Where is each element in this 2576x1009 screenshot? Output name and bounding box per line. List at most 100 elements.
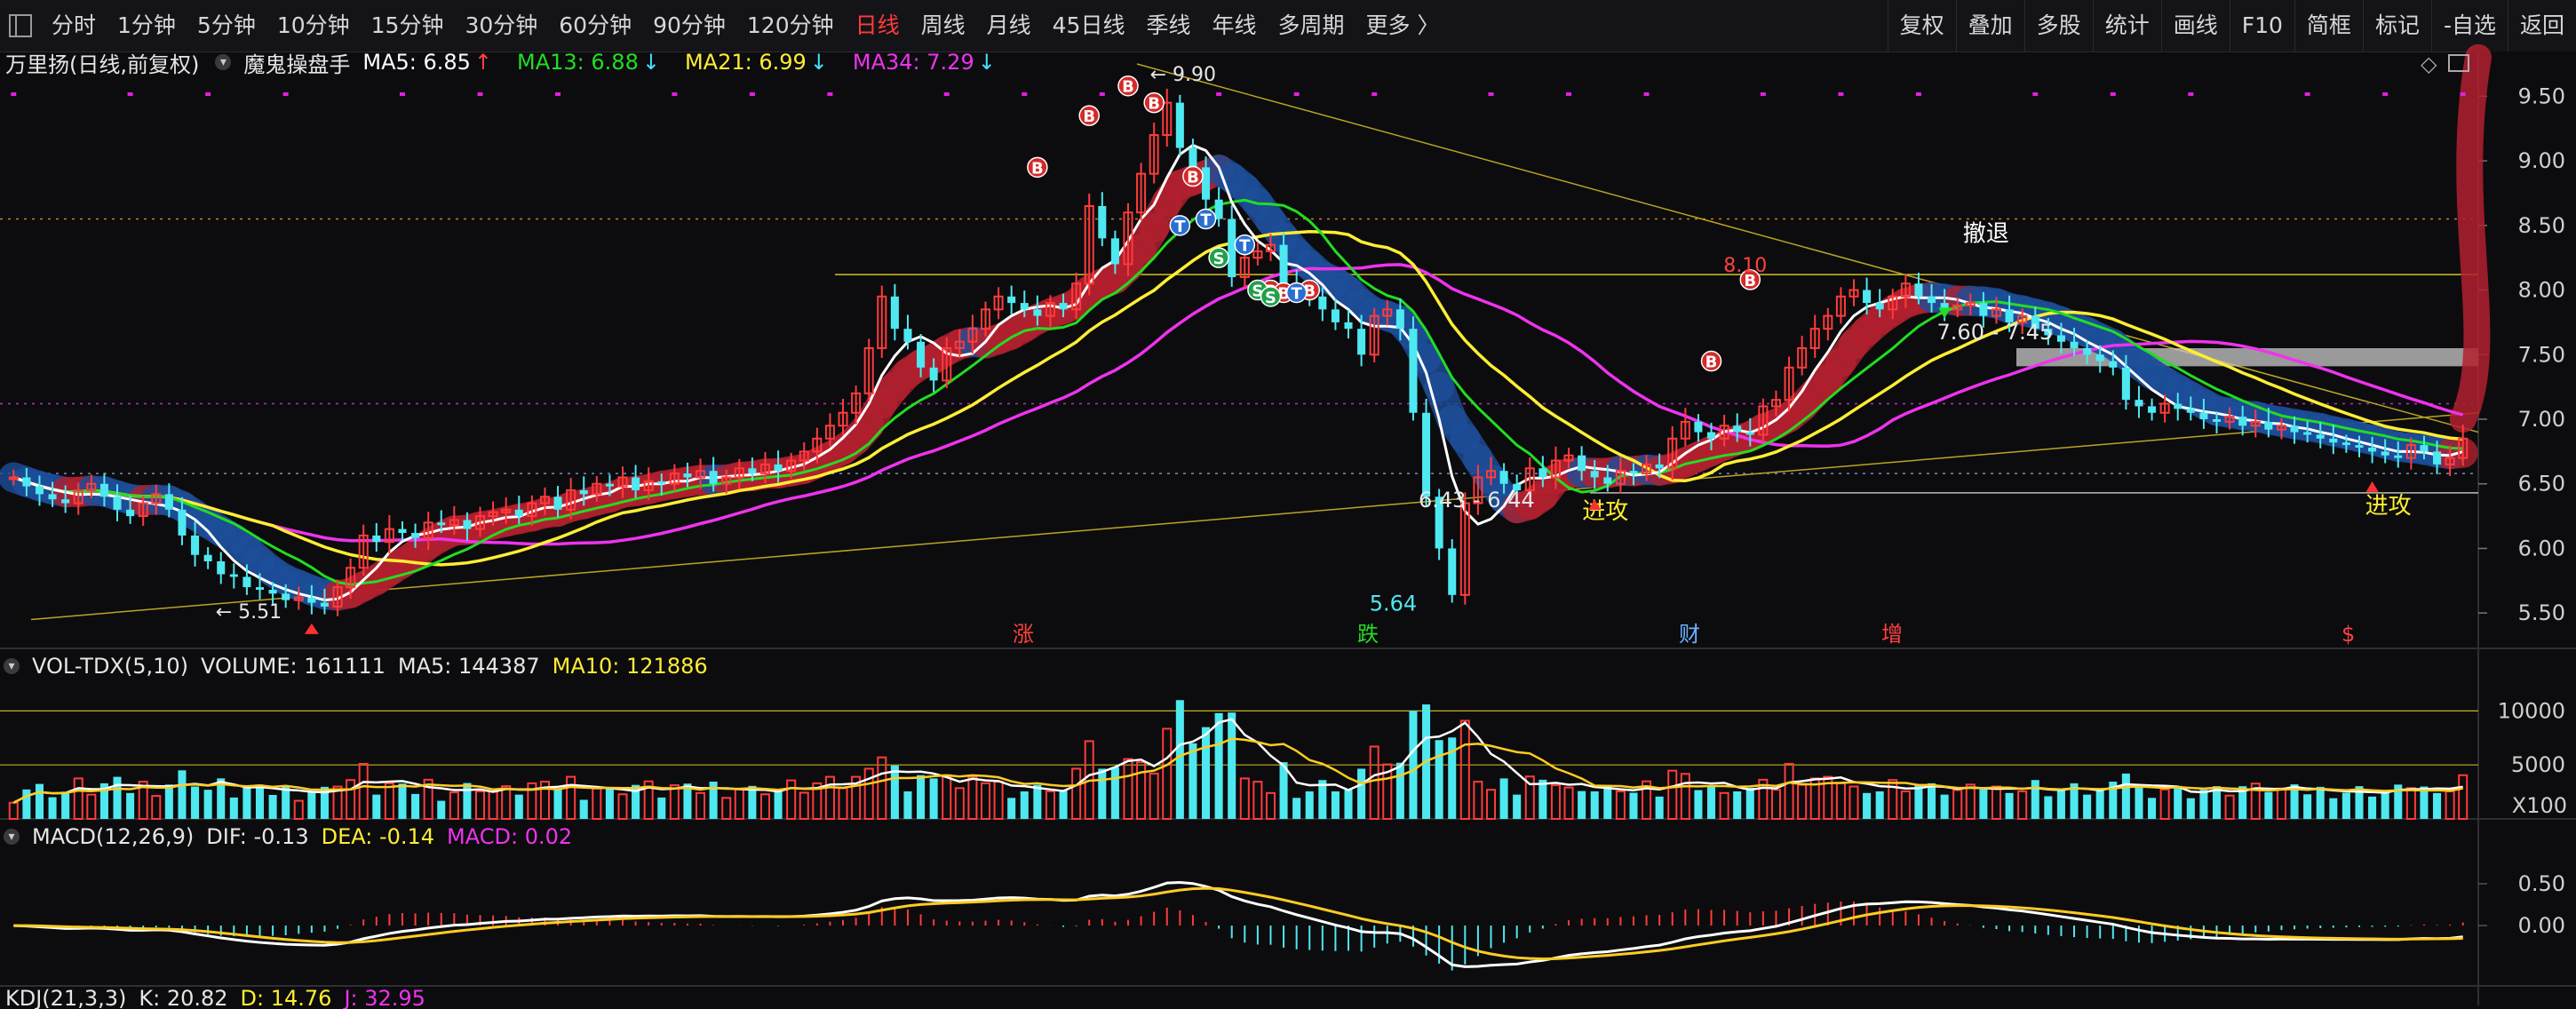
stock-chart[interactable]: 5.506.006.507.007.508.008.509.009.50BBBB… [0, 0, 2576, 1005]
candle-body [606, 484, 614, 487]
candle-body [2342, 442, 2350, 445]
candle-body [2187, 409, 2195, 412]
candle-body [1318, 297, 1326, 310]
candle-body [398, 529, 406, 533]
event-marker: 跌 [1357, 622, 1379, 647]
volume-bar [618, 794, 626, 819]
trend-line [1137, 64, 2478, 433]
price-tick-label: 6.00 [2518, 536, 2565, 560]
volume-bar [1332, 791, 1340, 819]
candle-body [1176, 103, 1184, 148]
signal-dot [1022, 92, 1027, 96]
volume-bar [1629, 792, 1637, 819]
volume-bar [1837, 783, 1845, 819]
candle-body [1694, 422, 1702, 433]
volume-bar [1746, 788, 1754, 819]
volume-bar [800, 792, 808, 819]
price-tick-label: 9.50 [2518, 83, 2565, 108]
signal-dot [400, 92, 405, 96]
price-tick-label: 8.50 [2518, 213, 2565, 238]
candle-body [230, 575, 238, 577]
event-marker: 涨 [1013, 622, 1034, 647]
volume-bar [230, 798, 238, 819]
candle-body [515, 510, 523, 516]
price-tick-label: 7.50 [2518, 342, 2565, 367]
volume-bar [2459, 775, 2467, 819]
signal-dot [944, 92, 950, 96]
volume-bar [2006, 793, 2014, 819]
volume-bar [1707, 787, 1715, 819]
candle-body [411, 533, 419, 538]
signal-dot [1216, 92, 1221, 96]
volume-bar [917, 775, 925, 819]
volume-bar [2031, 780, 2039, 819]
candle-body [178, 510, 186, 536]
volume-bar [1189, 743, 1197, 819]
volume-bar [165, 784, 173, 819]
volume-bar [2083, 795, 2091, 819]
volume-bar [1474, 782, 1482, 819]
volume-bar [2187, 798, 2195, 819]
volume-bar [1176, 700, 1184, 819]
volume-bar [1306, 791, 1314, 819]
volume-bar [567, 777, 575, 819]
signal-marker-label: S [1213, 250, 1225, 268]
volume-bar [2303, 794, 2311, 819]
candle-body [113, 497, 121, 510]
trend-line [31, 413, 2478, 620]
candle-body [1189, 148, 1197, 168]
volume-bar [178, 770, 186, 819]
volume-bar [1928, 783, 1936, 819]
candle-body [710, 471, 718, 484]
candle-body [1021, 303, 1029, 309]
candle-body [1111, 238, 1119, 264]
volume-bar [87, 795, 95, 819]
volume-bar [1668, 771, 1676, 819]
volume-bar [1124, 759, 1132, 819]
candle-body [1629, 471, 1637, 473]
signal-dot [827, 92, 832, 96]
volume-bar [1292, 798, 1300, 819]
candle-body [657, 481, 665, 484]
volume-bar [1137, 762, 1145, 819]
volume-bar [1785, 764, 1793, 819]
signal-dot [1838, 92, 1843, 96]
volume-bar [2342, 792, 2350, 819]
volume-bar [1435, 740, 1443, 819]
volume-bar [1656, 797, 1664, 819]
candle-body [2174, 404, 2182, 409]
volume-bar [463, 783, 471, 819]
candle-body [775, 465, 783, 471]
candle-body [2122, 368, 2130, 400]
volume-bar [735, 790, 743, 819]
signal-dot [1566, 92, 1571, 96]
volume-bar [450, 792, 458, 819]
signal-dot [2111, 92, 2116, 96]
volume-bar [2057, 790, 2065, 819]
volume-bar [2446, 791, 2454, 819]
candle-body [1578, 456, 1586, 471]
candle-body [463, 520, 471, 528]
volume-bar [22, 790, 30, 819]
volume-bar [592, 789, 600, 819]
ma13-line [13, 200, 2462, 584]
volume-bar [696, 793, 704, 819]
volume-bar [269, 795, 277, 819]
volume-bar [1953, 791, 1961, 819]
volume-bar [671, 785, 679, 819]
signal-marker-label: S [1265, 289, 1276, 307]
volume-bar [1603, 785, 1611, 819]
volume-bar [968, 777, 976, 819]
volume-bar [995, 782, 1003, 819]
volume-bar [865, 768, 873, 819]
volume-unit-label: X100 [2512, 793, 2567, 818]
candle-body [256, 587, 264, 590]
volume-bar [437, 801, 445, 819]
volume-bar [126, 793, 134, 819]
candle-body [1591, 471, 1599, 477]
signal-marker-label: B [1705, 354, 1718, 372]
signal-marker-label: B [1031, 159, 1044, 178]
volume-bar [2264, 792, 2272, 819]
signal-dot [2188, 92, 2193, 96]
candle-body [204, 555, 212, 561]
